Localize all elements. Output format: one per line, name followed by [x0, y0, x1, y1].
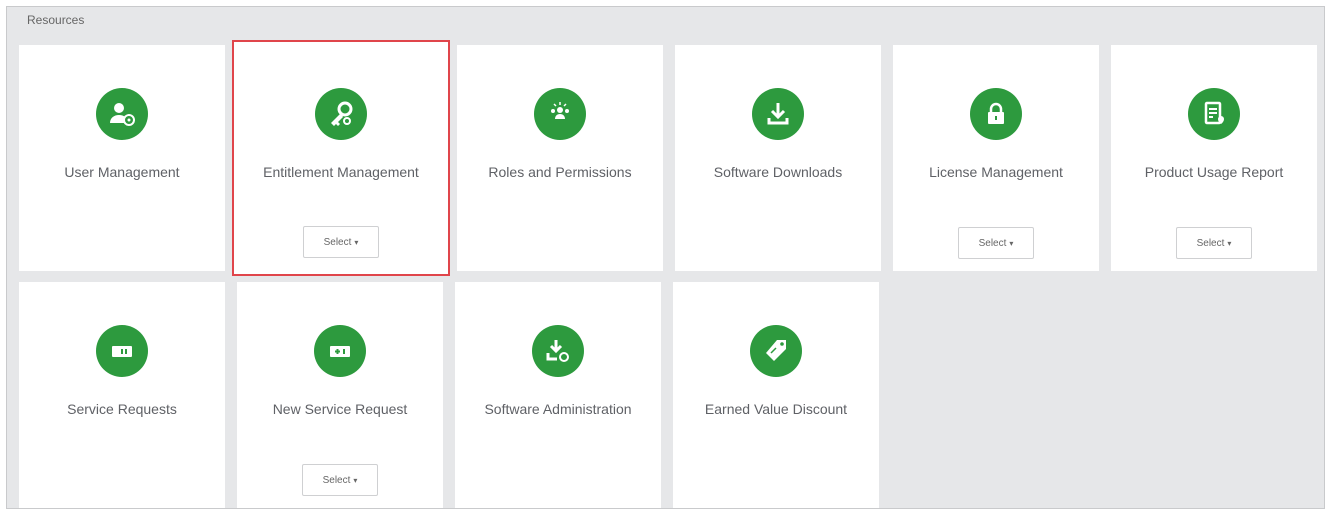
ticket-icon — [96, 325, 148, 377]
select-button-label: Select — [1196, 237, 1225, 249]
tile-software-downloads[interactable]: Software Downloads — [675, 45, 881, 271]
caret-down-icon: ▾ — [1009, 238, 1014, 248]
download-icon — [752, 88, 804, 140]
tile-label: Service Requests — [67, 401, 177, 417]
tile-entitlement-management[interactable]: Entitlement Management Select ▾ — [232, 40, 450, 276]
tile-roles-and-permissions[interactable]: Roles and Permissions — [457, 45, 663, 271]
tile-label: License Management — [929, 164, 1063, 180]
tile-label: Product Usage Report — [1144, 164, 1284, 180]
report-icon — [1188, 88, 1240, 140]
select-button[interactable]: Select ▾ — [302, 464, 378, 496]
tile-software-administration[interactable]: Software Administration — [455, 282, 661, 508]
price-tag-icon — [750, 325, 802, 377]
tile-license-management[interactable]: License Management Select ▾ — [893, 45, 1099, 271]
tile-label: Earned Value Discount — [704, 401, 848, 417]
resources-panel: Resources User Management Entitlement Ma… — [6, 6, 1325, 509]
user-settings-icon — [96, 88, 148, 140]
select-button[interactable]: Select ▾ — [303, 226, 379, 258]
select-button-label: Select — [323, 236, 352, 248]
tile-earned-value-discount[interactable]: Earned Value Discount — [673, 282, 879, 508]
select-button[interactable]: Select ▾ — [958, 227, 1034, 259]
select-button-label: Select — [322, 474, 351, 486]
caret-down-icon: ▾ — [353, 475, 358, 485]
ticket-plus-icon — [314, 325, 366, 377]
lock-icon — [970, 88, 1022, 140]
tile-label: Roles and Permissions — [488, 164, 632, 180]
select-button[interactable]: Select ▾ — [1176, 227, 1252, 259]
tile-label: Software Downloads — [713, 164, 843, 180]
tile-label: New Service Request — [272, 401, 408, 417]
panel-title: Resources — [27, 13, 85, 27]
caret-down-icon: ▾ — [354, 237, 359, 247]
tile-service-requests[interactable]: Service Requests — [19, 282, 225, 508]
caret-down-icon: ▾ — [1227, 238, 1232, 248]
tile-user-management[interactable]: User Management — [19, 45, 225, 271]
tile-label: Software Administration — [484, 401, 632, 417]
tile-label: Entitlement Management — [263, 164, 419, 180]
select-button-label: Select — [978, 237, 1007, 249]
download-gear-icon — [532, 325, 584, 377]
key-gear-icon — [315, 88, 367, 140]
tile-product-usage-report[interactable]: Product Usage Report Select ▾ — [1111, 45, 1317, 271]
group-icon — [534, 88, 586, 140]
tile-label: User Management — [64, 164, 180, 180]
tile-new-service-request[interactable]: New Service Request Select ▾ — [237, 282, 443, 508]
